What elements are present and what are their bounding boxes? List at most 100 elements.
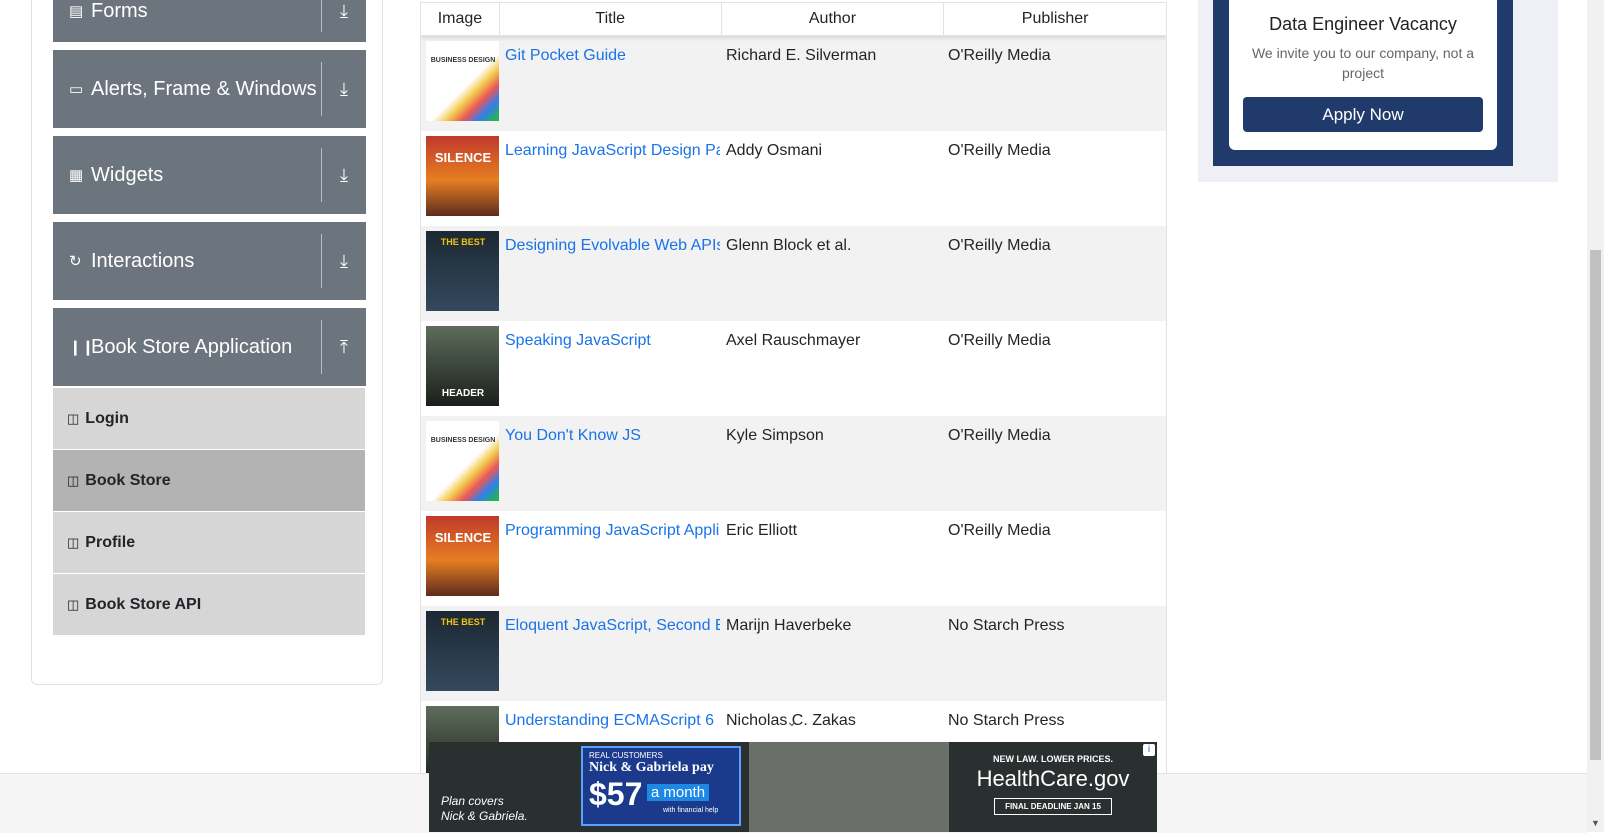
column-header-author[interactable]: Author [722, 3, 945, 35]
sidebar-item-label: Profile [85, 533, 136, 551]
book-title-cell: Designing Evolvable Web APIs [499, 226, 720, 321]
column-header-image[interactable]: Image [421, 3, 500, 35]
book-title-link[interactable]: Understanding ECMAScript 6 [505, 712, 714, 729]
sidebar-item-label: Book Store [85, 471, 171, 489]
interactions-icon: ↻ [69, 253, 82, 270]
book-cover-text: BUSINESS DESIGN [430, 57, 496, 64]
download-icon: ⤓ [340, 164, 348, 185]
column-header-publisher[interactable]: Publisher [944, 3, 1166, 35]
table-row: THE BEST Eloquent JavaScript, Second Ec Ma… [421, 606, 1166, 701]
sidebar-group-book-store-application[interactable]: ❙❙ Book Store Application ⤒ [53, 308, 366, 386]
column-header-title[interactable]: Title [500, 3, 722, 35]
book-author-cell: Kyle Simpson [726, 427, 824, 444]
book-publisher-cell: O'Reilly Media [948, 47, 1051, 64]
form-icon: ▤ [69, 3, 84, 20]
banner-real-customers: REAL CUSTOMERS [589, 751, 663, 760]
banner-per-month: a month [646, 784, 710, 801]
table-row: SILENCE Programming JavaScript Applic Eric… [421, 511, 1166, 606]
book-cover-text: THE BEST [440, 617, 486, 627]
book-title-link[interactable]: Programming JavaScript Applic [505, 522, 720, 539]
vacancy-ad-title: Data Engineer Vacancy [1269, 14, 1457, 34]
book-author-cell: Eric Elliott [726, 522, 798, 539]
book-cover-cell: SILENCE [421, 131, 499, 226]
book-cover-image: BUSINESS DESIGN [426, 41, 499, 121]
table-row: THE BEST Designing Evolvable Web APIs Glen… [421, 226, 1166, 321]
table-row: BUSINESS DESIGN Git Pocket Guide Richard E… [421, 36, 1166, 131]
banner-brand-area: NEW LAW. LOWER PRICES. HealthCare.gov FI… [949, 742, 1157, 832]
book-publisher-cell: O'Reilly Media [948, 237, 1051, 254]
book-cover-text: BUSINESS DESIGN [430, 437, 496, 444]
book-title-cell: You Don't Know JS [499, 416, 720, 511]
sidebar-group-widgets[interactable]: ▦ Widgets ⤓ [53, 136, 366, 214]
book-cover-text: THE BEST [440, 237, 486, 247]
widgets-icon: ▦ [69, 167, 84, 184]
html5-icon: ◫ [67, 410, 80, 426]
book-cover-text: SILENCE [434, 530, 492, 545]
sidebar-group-label: Forms [91, 0, 148, 22]
book-author-cell: Glenn Block et al. [726, 237, 852, 254]
book-author-cell: Marijn Haverbeke [726, 617, 852, 634]
book-cover-image: SILENCE [426, 516, 499, 596]
sidebar-group-interactions[interactable]: ↻ Interactions ⤓ [53, 222, 366, 300]
book-title-link[interactable]: Eloquent JavaScript, Second Ec [505, 617, 720, 634]
sidebar-group-label: Widgets [91, 163, 164, 186]
book-cover-cell: BUSINESS DESIGN [421, 36, 499, 131]
vacancy-ad-frame: Data Engineer Vacancy We invite you to o… [1213, 0, 1513, 166]
banner-deadline: FINAL DEADLINE JAN 15 [994, 798, 1112, 815]
healthcare-banner-ad[interactable]: Plan covers Nick & Gabriela. REAL CUSTOM… [429, 742, 1157, 832]
chevron-down-icon: ⌄ [786, 713, 798, 729]
book-publisher-cell: O'Reilly Media [948, 427, 1051, 444]
download-icon: ⤓ [340, 78, 348, 99]
sidebar-group-alerts[interactable]: ▭ Alerts, Frame & Windows ⤓ [53, 50, 366, 128]
sidebar-group-label: Alerts, Frame & Windows [91, 77, 317, 100]
book-title-cell: Speaking JavaScript [499, 321, 720, 416]
banner-brand: HealthCare.gov [976, 766, 1130, 791]
table-row: SILENCE Learning JavaScript Design Pat Add… [421, 131, 1166, 226]
book-title-cell: Eloquent JavaScript, Second Ec [499, 606, 720, 701]
banner-price: $57 [589, 776, 643, 812]
sidebar-item-login[interactable]: ◫ Login [53, 388, 365, 449]
book-cover-image: BUSINESS DESIGN [426, 421, 499, 501]
book-publisher-cell: O'Reilly Media [948, 332, 1051, 349]
ad-info-icon[interactable]: i [1143, 744, 1155, 756]
book-cover-text: SILENCE [434, 150, 492, 165]
book-title-link[interactable]: Git Pocket Guide [505, 47, 626, 64]
book-author-cell: Richard E. Silverman [726, 47, 877, 64]
book-author-cell: Axel Rauschmayer [726, 332, 861, 349]
banner-financial-help: with financial help [663, 807, 719, 814]
upload-icon: ⤒ [340, 336, 348, 357]
scroll-down-icon[interactable]: ▼ [1591, 818, 1600, 828]
sidebar-group-label: Book Store Application [91, 335, 293, 358]
table-body: BUSINESS DESIGN Git Pocket Guide Richard E… [421, 36, 1166, 783]
vacancy-ad-card: Data Engineer Vacancy We invite you to o… [1229, 0, 1497, 150]
sidebar-item-book-store-api[interactable]: ◫ Book Store API [53, 574, 365, 635]
vacancy-ad: Data Engineer Vacancy We invite you to o… [1198, 0, 1558, 182]
book-cover-cell: HEADER [421, 321, 499, 416]
sidebar-item-book-store[interactable]: ◫ Book Store [53, 450, 365, 511]
books-icon: ❙❙ [69, 339, 95, 356]
banner-family-photo [749, 742, 949, 832]
download-icon: ⤓ [340, 250, 348, 271]
books-table: Image Title Author Publisher BUSINESS DE… [420, 2, 1167, 784]
book-cover-image: THE BEST [426, 611, 499, 691]
sidebar-item-profile[interactable]: ◫ Profile [53, 512, 365, 573]
apply-now-button[interactable]: Apply Now [1243, 97, 1483, 132]
book-cover-cell: THE BEST [421, 226, 499, 321]
book-title-link[interactable]: Learning JavaScript Design Pat [505, 142, 720, 159]
book-cover-image: SILENCE [426, 136, 499, 216]
html5-icon: ◫ [67, 596, 80, 612]
banner-price-box: REAL CUSTOMERS Nick & Gabriela pay $57 a… [581, 746, 741, 826]
book-publisher-cell: O'Reilly Media [948, 142, 1051, 159]
book-title-link[interactable]: You Don't Know JS [505, 427, 641, 444]
scrollbar-thumb[interactable] [1590, 250, 1601, 760]
banner-names: Nick & Gabriela pay [589, 760, 714, 775]
book-title-cell: Learning JavaScript Design Pat [499, 131, 720, 226]
book-title-cell: Git Pocket Guide [499, 36, 720, 131]
table-row: HEADER Speaking JavaScript Axel Rauschmaye… [421, 321, 1166, 416]
book-cover-image: HEADER [426, 326, 499, 406]
page-scrollbar[interactable]: ▼ [1587, 0, 1604, 832]
sidebar-group-forms[interactable]: ▤ Forms ⤓ [53, 0, 366, 42]
book-title-link[interactable]: Speaking JavaScript [505, 332, 651, 349]
book-title-link[interactable]: Designing Evolvable Web APIs [505, 237, 720, 254]
book-cover-cell: SILENCE [421, 511, 499, 606]
